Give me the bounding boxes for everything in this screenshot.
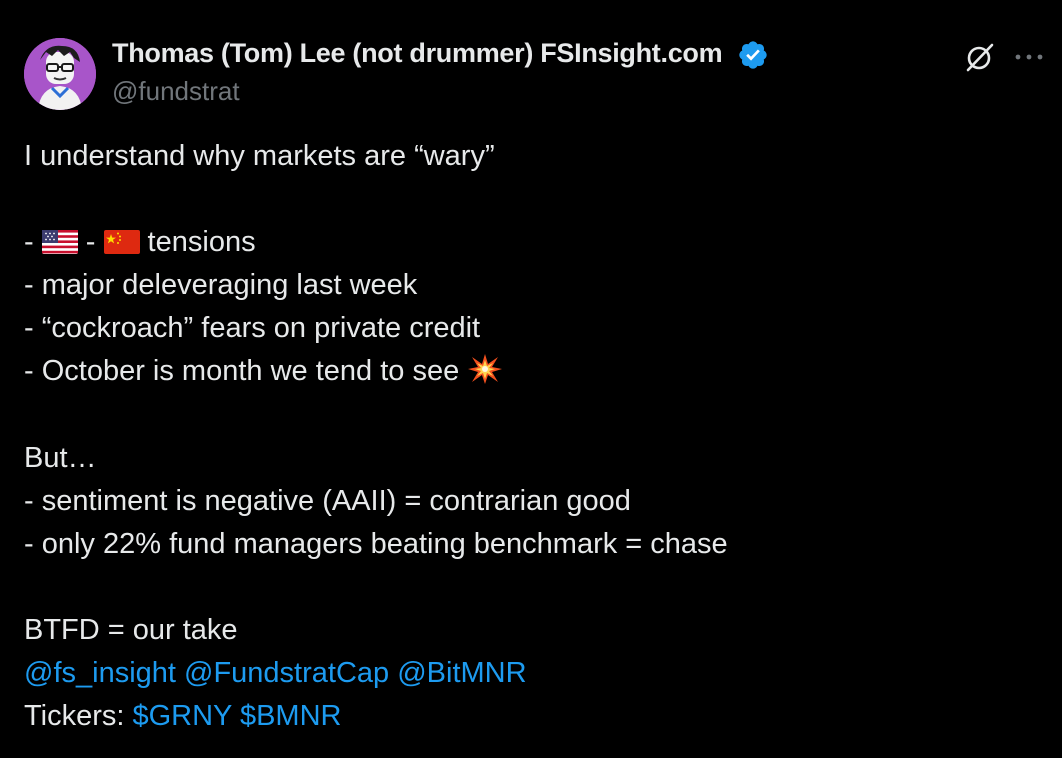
tweet-line-tensions: - - tensions [24,224,256,260]
tweet-card: Thomas (Tom) Lee (not drummer) FSInsight… [0,0,1062,758]
collision-icon [468,354,503,384]
tweet-tickers: Tickers: $GRNY $BMNR [24,698,341,734]
author-handle[interactable]: @fundstrat [112,76,240,107]
avatar[interactable] [24,38,96,110]
mention-link[interactable]: @BitMNR [397,657,526,689]
author-display-name[interactable]: Thomas (Tom) Lee (not drummer) FSInsight… [112,38,723,69]
tweet-line-fund-managers: - only 22% fund managers beating benchma… [24,528,728,560]
tweet-intro: I understand why markets are “wary” [24,140,495,172]
us-flag-icon [41,230,78,254]
mention-link[interactable]: @fs_insight [24,657,176,689]
tensions-separator: - [77,226,104,258]
tweet-line-deleveraging: - major deleveraging last week [24,269,418,301]
avatar-image [24,38,96,110]
tweet-line-october: - October is month we tend to see [24,353,503,389]
tickers-label: Tickers: [24,700,133,732]
verified-badge-icon [739,41,767,69]
cashtag-link[interactable]: $GRNY [132,700,231,732]
cashtag-link[interactable]: $BMNR [240,700,342,732]
tensions-suffix: tensions [139,226,256,258]
tweet-but: But… [24,442,97,474]
tensions-prefix: - [24,226,42,258]
tweet-line-sentiment: - sentiment is negative (AAII) = contrar… [24,485,631,517]
mention-link[interactable]: @FundstratCap [184,657,389,689]
tweet-btfd: BTFD = our take [24,614,238,646]
october-text: - October is month we tend to see [24,355,468,387]
more-icon[interactable] [1012,40,1046,74]
china-flag-icon [103,230,140,254]
grok-icon[interactable] [963,40,997,74]
tweet-line-cockroach: - “cockroach” fears on private credit [24,312,481,344]
tweet-mentions: @fs_insight @FundstratCap @BitMNR [24,655,527,691]
